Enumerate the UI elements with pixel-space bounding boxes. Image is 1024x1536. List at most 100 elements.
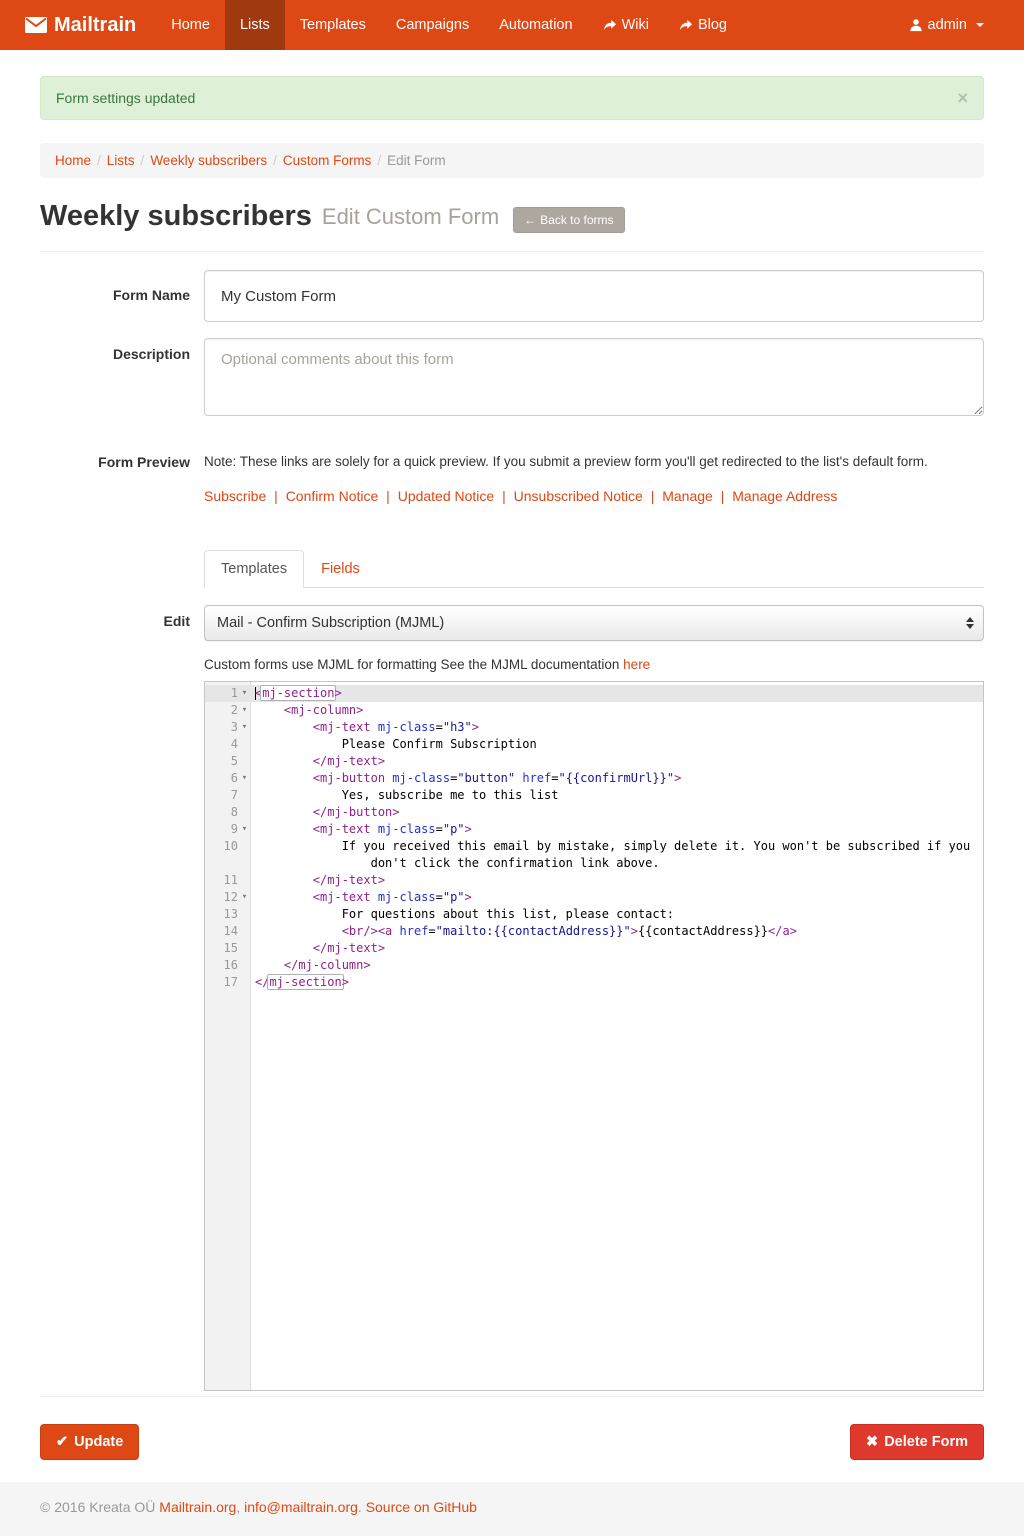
description-row: Description (40, 338, 984, 419)
editor-line-number: 5 (205, 753, 251, 770)
editor-line[interactable]: 7 Yes, subscribe me to this list (205, 787, 983, 804)
tab-fields[interactable]: Fields (304, 550, 377, 588)
preview-link-subscribe[interactable]: Subscribe (204, 488, 266, 504)
arrow-left-icon: ← (524, 213, 536, 227)
template-select-value: Mail - Confirm Subscription (MJML) (217, 615, 444, 631)
preview-links: Subscribe | Confirm Notice | Updated Not… (204, 488, 984, 504)
close-icon[interactable]: × (957, 91, 968, 105)
page-subtitle: Edit Custom Form (322, 204, 499, 230)
code-editor[interactable]: 1▾<mj-section>2▾ <mj-column>3▾ <mj-text … (204, 681, 984, 1391)
editor-line-number: 15 (205, 940, 251, 957)
editor-line-number: 4 (205, 736, 251, 753)
footer-separator: , (236, 1499, 244, 1515)
brand[interactable]: Mailtrain (25, 0, 136, 50)
mailtrain-logo-icon (25, 17, 47, 33)
nav-item-wiki[interactable]: Wiki (588, 0, 664, 50)
form-preview-row: Form Preview Note: These links are solel… (40, 445, 984, 504)
editor-line-number: 6▾ (205, 770, 251, 787)
editor-line-number: 8 (205, 804, 251, 821)
share-arrow-icon (679, 19, 693, 32)
description-label: Description (40, 338, 190, 419)
editor-code-text: <mj-button mj-class="button" href="{{con… (251, 770, 681, 787)
mailtrain-org-link[interactable]: Mailtrain.org (159, 1499, 236, 1515)
editor-line-number: 11 (205, 872, 251, 889)
editor-line[interactable]: 15 </mj-text> (205, 940, 983, 957)
breadcrumb-separator: / (135, 153, 151, 168)
delete-form-button[interactable]: ✖ Delete Form (850, 1424, 984, 1460)
breadcrumb-item-custom-forms[interactable]: Custom Forms (283, 153, 372, 168)
preview-link-separator: | (713, 488, 732, 504)
template-select[interactable]: Mail - Confirm Subscription (MJML) (204, 605, 984, 641)
preview-link-manage-address[interactable]: Manage Address (732, 488, 837, 504)
editor-code-text: <br/><a href="mailto:{{contactAddress}}"… (251, 923, 797, 940)
navbar: Mailtrain HomeLists Templates Campaigns Aut… (0, 0, 1024, 50)
editor-line[interactable]: 12▾ <mj-text mj-class="p"> (205, 889, 983, 906)
update-button[interactable]: ✔ Update (40, 1424, 139, 1460)
editor-line-number: 2▾ (205, 702, 251, 719)
breadcrumb-item-weekly-subscribers[interactable]: Weekly subscribers (150, 153, 267, 168)
nav-item-blog[interactable]: Blog (664, 0, 742, 50)
tab-templates[interactable]: Templates (204, 550, 304, 588)
form-name-input[interactable] (204, 270, 984, 322)
editor-line[interactable]: 6▾ <mj-button mj-class="button" href="{{… (205, 770, 983, 787)
editor-code-text: <mj-text mj-class="h3"> (251, 719, 479, 736)
nav-item-label: Wiki (622, 17, 649, 33)
editor-line[interactable]: 8 </mj-button> (205, 804, 983, 821)
editor-code-text: </mj-button> (251, 804, 400, 821)
email-link[interactable]: info@mailtrain.org (244, 1499, 358, 1515)
fold-arrow-icon[interactable]: ▾ (238, 702, 251, 719)
editor-code-text: <mj-text mj-class="p"> (251, 821, 472, 838)
breadcrumb-separator: / (371, 153, 387, 168)
footer: © 2016 Kreata OÜ Mailtrain.org, info@mai… (0, 1482, 1024, 1536)
back-to-forms-label: Back to forms (540, 213, 613, 227)
preview-link-unsubscribed-notice[interactable]: Unsubscribed Notice (514, 488, 643, 504)
nav-item-label: Campaigns (396, 17, 469, 33)
nav-item-automation[interactable]: Automation (484, 0, 587, 50)
mjml-help-text: Custom forms use MJML for formatting See… (204, 657, 984, 672)
editor-line[interactable]: don't click the confirmation link above. (205, 855, 983, 872)
editor-line[interactable]: 4 Please Confirm Subscription (205, 736, 983, 753)
github-link[interactable]: Source on GitHub (366, 1499, 477, 1515)
select-arrows-icon (966, 617, 974, 629)
editor-code-text: For questions about this list, please co… (251, 906, 674, 923)
fold-arrow-icon[interactable]: ▾ (238, 685, 251, 702)
editor-line[interactable]: 1▾<mj-section> (205, 685, 983, 702)
editor-line[interactable]: 17</mj-section> (205, 974, 983, 991)
brand-label: Mailtrain (54, 14, 136, 37)
preview-link-confirm-notice[interactable]: Confirm Notice (286, 488, 379, 504)
editor-line[interactable]: 10 If you received this email by mistake… (205, 838, 983, 855)
preview-link-separator: | (378, 488, 397, 504)
nav-item-campaigns[interactable]: Campaigns (381, 0, 484, 50)
back-to-forms-button[interactable]: ← Back to forms (513, 207, 624, 233)
editor-code-text: <mj-column> (251, 702, 363, 719)
editor-line[interactable]: 5 </mj-text> (205, 753, 983, 770)
fold-arrow-icon[interactable]: ▾ (238, 770, 251, 787)
editor-line-number: 3▾ (205, 719, 251, 736)
editor-line[interactable]: 2▾ <mj-column> (205, 702, 983, 719)
breadcrumb-item-home[interactable]: Home (55, 153, 91, 168)
nav-item-lists[interactable]: Lists (225, 0, 285, 50)
mjml-doc-link[interactable]: here (623, 657, 650, 672)
editor-line[interactable]: 13 For questions about this list, please… (205, 906, 983, 923)
user-menu[interactable]: admin (894, 0, 1000, 50)
alert-message: Form settings updated (56, 90, 195, 106)
fold-arrow-icon[interactable]: ▾ (238, 719, 251, 736)
preview-link-manage[interactable]: Manage (662, 488, 713, 504)
description-textarea[interactable] (204, 338, 984, 416)
preview-link-separator: | (494, 488, 513, 504)
preview-link-updated-notice[interactable]: Updated Notice (398, 488, 495, 504)
fold-arrow-icon[interactable]: ▾ (238, 889, 251, 906)
nav-item-home[interactable]: Home (156, 0, 225, 50)
editor-line[interactable]: 3▾ <mj-text mj-class="h3"> (205, 719, 983, 736)
editor-line[interactable]: 11 </mj-text> (205, 872, 983, 889)
editor-line[interactable]: 16 </mj-column> (205, 957, 983, 974)
nav-item-label: Templates (300, 17, 366, 33)
nav-item-templates[interactable]: Templates (285, 0, 381, 50)
breadcrumb-item-lists[interactable]: Lists (107, 153, 135, 168)
editor-line[interactable]: 9▾ <mj-text mj-class="p"> (205, 821, 983, 838)
breadcrumb-separator: / (267, 153, 283, 168)
editor-code-text: </mj-text> (251, 753, 385, 770)
fold-arrow-icon[interactable]: ▾ (238, 821, 251, 838)
user-icon (909, 18, 923, 32)
editor-line[interactable]: 14 <br/><a href="mailto:{{contactAddress… (205, 923, 983, 940)
